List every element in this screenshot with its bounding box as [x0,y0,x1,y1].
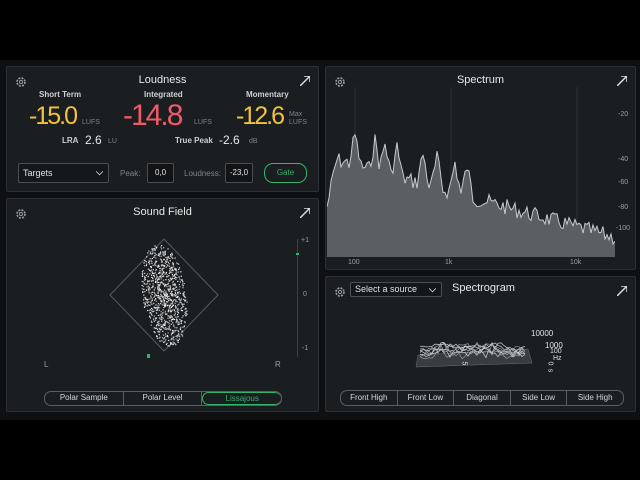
freq-label-10000: 10000 [531,329,554,338]
front-high-button[interactable]: Front High [341,391,398,405]
x-tick-100: 100 [348,259,360,266]
y-tick-minus-40: -40 [618,156,629,163]
side-low-button[interactable]: Side Low [511,391,568,405]
expand-icon[interactable] [300,76,310,86]
gate-button[interactable]: Gate [264,163,307,183]
short-term-unit: LUFS [82,119,100,126]
targets-dropdown[interactable]: Targets [18,163,109,183]
sound-field-panel: Sound Field L R +1 0 -1 Polar Sample Pol… [6,198,319,412]
time-unit: s [546,368,554,373]
lra-label: LRA [62,136,79,145]
true-peak-label: True Peak [175,136,213,145]
expand-icon[interactable] [300,208,310,218]
time-label-0: 0 [546,361,554,366]
polar-sample-button[interactable]: Polar Sample [45,392,124,405]
spectrogram-view-selector: Front High Front Low Diagonal Side Low S… [340,390,624,406]
y-tick-minus-80: -80 [618,204,629,211]
y-tick-minus-60: -60 [618,179,629,186]
chevron-down-icon [429,288,436,293]
sound-field-mode-selector: Polar Sample Polar Level Lissajous [44,391,282,406]
spectrum-graph [327,87,615,257]
source-select[interactable]: Select a source [350,282,442,297]
loudness-target-label: Loudness: [184,169,221,178]
spectrogram-title: Spectrogram [452,282,515,294]
scale-zero: 0 [303,291,307,298]
loudness-panel: Loudness Short Term -15.0 LUFS Integrate… [6,66,319,192]
loudness-title: Loudness [138,74,187,86]
momentary-value: -12.6 [236,102,285,130]
time-label-5: 5 [460,361,468,366]
gear-icon[interactable] [334,286,346,298]
true-peak-unit: dB [249,138,258,145]
peak-label: Peak: [120,169,141,178]
lra-value: 2.6 [85,133,102,147]
loudness-target-input[interactable]: -23,0 [225,163,253,183]
y-tick-minus-20: -20 [618,111,629,118]
left-label: L [44,360,49,369]
correlation-indicator [296,253,299,255]
integrated-unit: LUFS [194,119,212,126]
app-window: Loudness Short Term -15.0 LUFS Integrate… [0,60,640,420]
center-marker [147,354,150,358]
spectrum-title: Spectrum [456,74,505,86]
lissajous-display [109,238,219,352]
short-term-value: -15.0 [29,102,78,130]
targets-label: Targets [23,168,53,178]
expand-icon[interactable] [617,286,627,296]
source-select-label: Select a source [355,284,418,294]
lra-unit: LU [108,138,117,145]
integrated-value: -14.8 [123,99,183,132]
side-high-button[interactable]: Side High [567,391,623,405]
polar-level-button[interactable]: Polar Level [124,392,203,405]
integrated-label: Integrated [144,90,183,99]
x-tick-10k: 10k [570,259,582,266]
freq-unit: Hz [553,355,562,362]
scale-minus-one: -1 [302,345,309,352]
momentary-label: Momentary [246,90,289,99]
spectrogram-panel: Select a source Spectrogram 10000 1000 1… [325,276,636,412]
short-term-label: Short Term [39,90,82,99]
true-peak-value: -2.6 [219,133,240,147]
spectrum-panel: Spectrum 100 1k 10k -20 -40 -60 -80 -100 [325,66,636,270]
diagonal-button[interactable]: Diagonal [454,391,511,405]
scale-plus-one: +1 [301,237,309,244]
front-low-button[interactable]: Front Low [398,391,455,405]
momentary-unit: LUFS [289,119,307,126]
chevron-down-icon [96,171,103,176]
right-label: R [275,360,281,369]
x-tick-1k: 1k [445,259,453,266]
freq-label-100: 100 [550,348,562,355]
correlation-meter [297,239,298,357]
y-tick-minus-100: -100 [616,225,631,232]
peak-input[interactable]: 0,0 [147,163,174,183]
sound-field-title: Sound Field [133,206,192,218]
lissajous-button[interactable]: Lissajous [202,392,281,405]
expand-icon[interactable] [617,76,627,86]
